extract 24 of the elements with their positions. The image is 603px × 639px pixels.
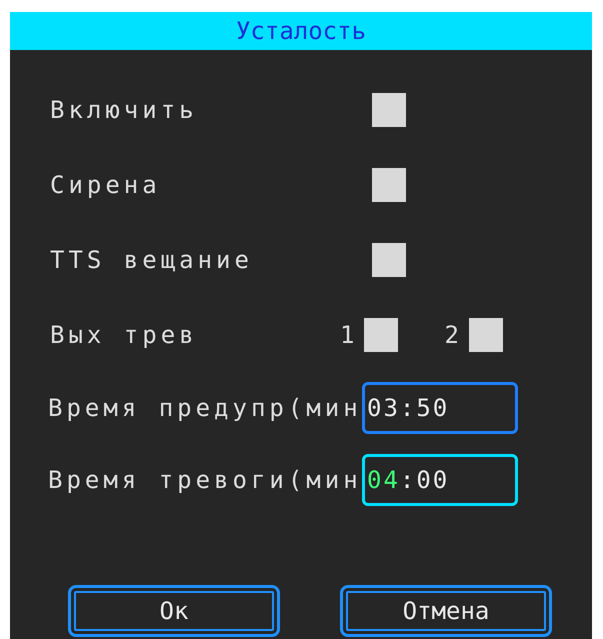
setting-label: TTS вещание xyxy=(50,246,253,274)
time-digits: : xyxy=(400,393,416,424)
setting-label: Сирена xyxy=(50,170,161,198)
window-title: Усталость xyxy=(10,12,592,50)
checkbox[interactable] xyxy=(364,318,398,352)
time-digits: 04 xyxy=(367,465,400,496)
output-number: 1 xyxy=(340,320,354,350)
checkbox[interactable] xyxy=(468,318,503,352)
time-digits: : xyxy=(400,465,416,496)
time-digits: 03 xyxy=(367,393,400,424)
setting-label: Время предупр(мин xyxy=(48,394,362,422)
dialog-button[interactable]: Отмена xyxy=(340,585,552,637)
time-digits: 50 xyxy=(416,393,450,424)
time-field[interactable]: 03:50 xyxy=(362,382,518,434)
time-digits: 00 xyxy=(416,465,450,496)
setting-label: Вых трев xyxy=(50,320,198,348)
time-field[interactable]: 04:00 xyxy=(362,454,518,506)
checkbox[interactable] xyxy=(372,242,406,276)
checkbox[interactable] xyxy=(372,92,406,126)
checkbox[interactable] xyxy=(372,168,406,202)
output-number: 2 xyxy=(444,320,459,350)
setting-label: Время тревоги(мин xyxy=(48,466,362,494)
setting-label: Включить xyxy=(50,96,198,124)
dialog-button[interactable]: Ок xyxy=(68,585,280,637)
